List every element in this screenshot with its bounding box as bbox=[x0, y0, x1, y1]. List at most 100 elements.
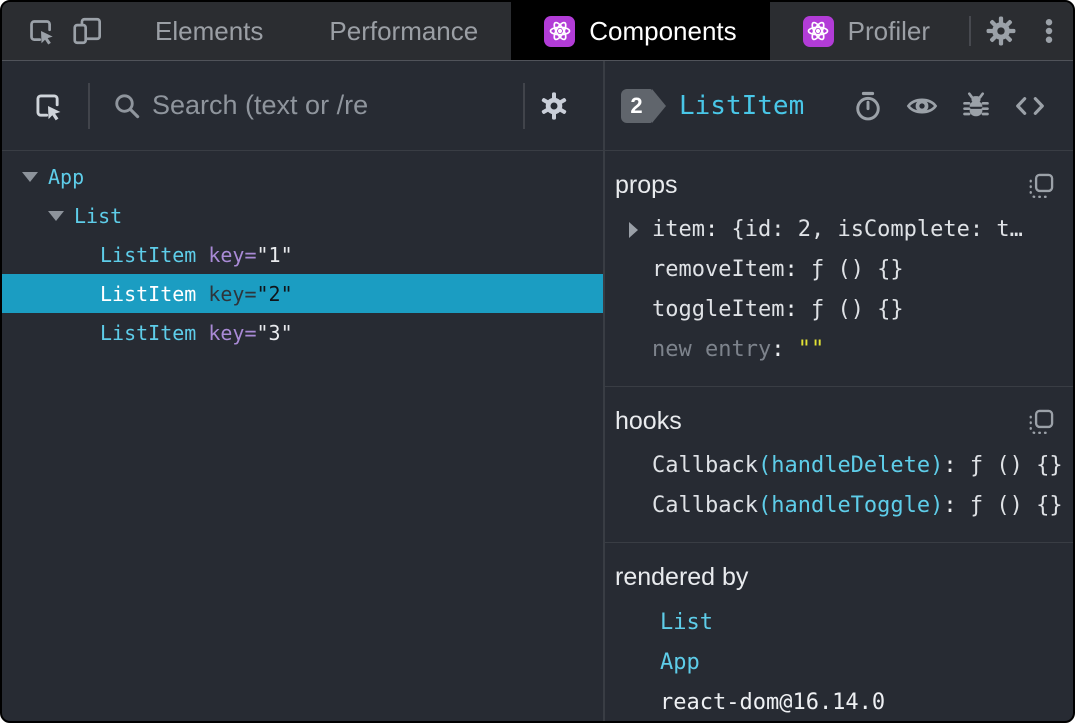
tab-profiler[interactable]: Profiler bbox=[770, 2, 963, 60]
element-id-badge: 2 bbox=[621, 88, 666, 123]
hook-name: Callback bbox=[652, 453, 758, 478]
rendered-by-title-row: rendered by bbox=[605, 555, 1073, 602]
prop-row-toggleitem[interactable]: toggleItem: ƒ () {} bbox=[605, 290, 1073, 330]
tree-row-listitem-1[interactable]: ListItem key= "1" bbox=[2, 235, 603, 274]
new-entry-name-field[interactable]: new entry bbox=[652, 330, 771, 370]
prop-value: {id: 2, isComplete: t… bbox=[731, 217, 1023, 242]
tree-row-listitem-2-selected[interactable]: ListItem key= "2" bbox=[2, 274, 603, 313]
hook-separator: : bbox=[943, 493, 970, 518]
react-atom-icon bbox=[802, 15, 834, 47]
inspect-element-icon[interactable] bbox=[26, 84, 70, 128]
hook-value: ƒ () {} bbox=[969, 493, 1063, 518]
component-name: App bbox=[48, 164, 85, 189]
stopwatch-icon[interactable] bbox=[849, 87, 887, 125]
tree-row-listitem-3[interactable]: ListItem key= "3" bbox=[2, 313, 603, 352]
hook-callback-name: (handleToggle) bbox=[757, 493, 944, 518]
tab-label: Profiler bbox=[847, 15, 931, 46]
devtools-window: Elements Performance Components Profiler… bbox=[0, 0, 1075, 723]
component-details-panel: 2 ListItem props item: {id: 2, isComple… bbox=[605, 61, 1073, 721]
tree-settings-gear-icon[interactable] bbox=[525, 84, 583, 128]
copy-icon[interactable] bbox=[1027, 408, 1055, 436]
bug-icon[interactable] bbox=[957, 87, 995, 125]
key-value: "3" bbox=[256, 320, 293, 345]
toolbar-separator bbox=[969, 16, 972, 46]
renderer-version: react-dom@16.14.0 bbox=[660, 689, 886, 715]
rendered-by-app[interactable]: App bbox=[605, 642, 1073, 682]
prop-separator: : bbox=[784, 257, 811, 282]
tab-label: Components bbox=[589, 15, 737, 46]
tab-label: Performance bbox=[329, 15, 479, 46]
component-name: ListItem bbox=[100, 320, 197, 345]
tree-row-app[interactable]: App bbox=[2, 157, 603, 196]
section-title: props bbox=[615, 171, 678, 199]
hook-row-handledelete[interactable]: Callback (handleDelete): ƒ () {} bbox=[605, 446, 1073, 486]
key-attribute: key= bbox=[208, 320, 257, 345]
copy-icon[interactable] bbox=[1027, 172, 1055, 200]
tree-row-list[interactable]: List bbox=[2, 196, 603, 235]
device-toolbar-icon[interactable] bbox=[64, 2, 110, 60]
component-name: ListItem bbox=[100, 242, 197, 267]
eye-icon[interactable] bbox=[903, 87, 941, 125]
tab-components[interactable]: Components bbox=[511, 2, 770, 60]
component-name: List bbox=[74, 203, 123, 228]
toolbar-right bbox=[963, 2, 1073, 60]
hook-callback-name: (handleDelete) bbox=[757, 453, 944, 478]
expand-caret-icon[interactable] bbox=[22, 171, 38, 182]
main-toolbar: Elements Performance Components Profiler bbox=[2, 2, 1073, 61]
owner-link[interactable]: List bbox=[660, 610, 713, 635]
key-attribute: key= bbox=[208, 281, 257, 306]
props-title-row: props bbox=[605, 163, 1073, 210]
tab-performance[interactable]: Performance bbox=[296, 2, 511, 60]
hook-name: Callback bbox=[652, 493, 758, 518]
header-separator bbox=[88, 82, 90, 129]
prop-name: removeItem bbox=[652, 257, 785, 282]
expand-caret-icon[interactable] bbox=[48, 210, 64, 221]
prop-separator: : bbox=[704, 217, 732, 242]
hook-value: ƒ () {} bbox=[969, 453, 1063, 478]
rendered-by-react-dom: react-dom@16.14.0 bbox=[605, 682, 1073, 721]
details-header-actions bbox=[849, 87, 1049, 125]
hooks-title-row: hooks bbox=[605, 399, 1073, 446]
search-input[interactable] bbox=[152, 90, 523, 121]
tree-panel-header bbox=[2, 61, 603, 151]
prop-separator: : bbox=[784, 297, 811, 322]
owner-link[interactable]: App bbox=[660, 650, 700, 675]
section-title: rendered by bbox=[615, 563, 749, 591]
component-name: ListItem bbox=[100, 281, 197, 306]
search-icon bbox=[112, 91, 142, 121]
key-value: "2" bbox=[256, 281, 293, 306]
key-attribute: key= bbox=[208, 242, 257, 267]
component-tree: App List ListItem key= "1" ListItem key=… bbox=[2, 151, 603, 352]
hook-separator: : bbox=[943, 453, 970, 478]
props-section: props item: {id: 2, isComplete: t… remov… bbox=[605, 151, 1073, 387]
rendered-by-section: rendered by List App react-dom@16.14.0 bbox=[605, 543, 1073, 721]
prop-separator: : bbox=[771, 337, 798, 362]
kebab-menu-icon[interactable] bbox=[1025, 2, 1073, 60]
selected-component-name: ListItem bbox=[679, 90, 805, 121]
prop-value: ƒ () {} bbox=[810, 297, 904, 322]
devtools-content: App List ListItem key= "1" ListItem key=… bbox=[2, 61, 1073, 721]
key-value: "1" bbox=[256, 242, 293, 267]
toolbar-icon-group bbox=[2, 2, 110, 60]
prop-row-item[interactable]: item: {id: 2, isComplete: t… bbox=[605, 210, 1073, 250]
details-panel-header: 2 ListItem bbox=[605, 61, 1073, 151]
react-atom-icon bbox=[544, 15, 576, 47]
prop-row-removeitem[interactable]: removeItem: ƒ () {} bbox=[605, 250, 1073, 290]
code-brackets-icon[interactable] bbox=[1011, 87, 1049, 125]
components-tree-panel: App List ListItem key= "1" ListItem key=… bbox=[2, 61, 605, 721]
toolbar-tabs: Elements Performance Components Profiler bbox=[122, 2, 963, 60]
tab-label: Elements bbox=[155, 15, 264, 46]
prop-row-new-entry[interactable]: new entry: "" bbox=[605, 330, 1073, 370]
gear-icon[interactable] bbox=[977, 2, 1025, 60]
prop-name: toggleItem bbox=[652, 297, 785, 322]
rendered-by-list[interactable]: List bbox=[605, 602, 1073, 642]
inspect-cursor-icon[interactable] bbox=[18, 2, 64, 60]
hooks-section: hooks Callback (handleDelete): ƒ () {} Ca… bbox=[605, 387, 1073, 543]
hook-row-handletoggle[interactable]: Callback (handleToggle): ƒ () {} bbox=[605, 486, 1073, 526]
tab-elements[interactable]: Elements bbox=[122, 2, 296, 60]
expand-caret-icon[interactable] bbox=[629, 222, 638, 238]
section-title: hooks bbox=[615, 407, 682, 435]
prop-value: ƒ () {} bbox=[810, 257, 904, 282]
new-entry-value-field[interactable]: "" bbox=[798, 330, 825, 370]
prop-name: item bbox=[652, 217, 705, 242]
